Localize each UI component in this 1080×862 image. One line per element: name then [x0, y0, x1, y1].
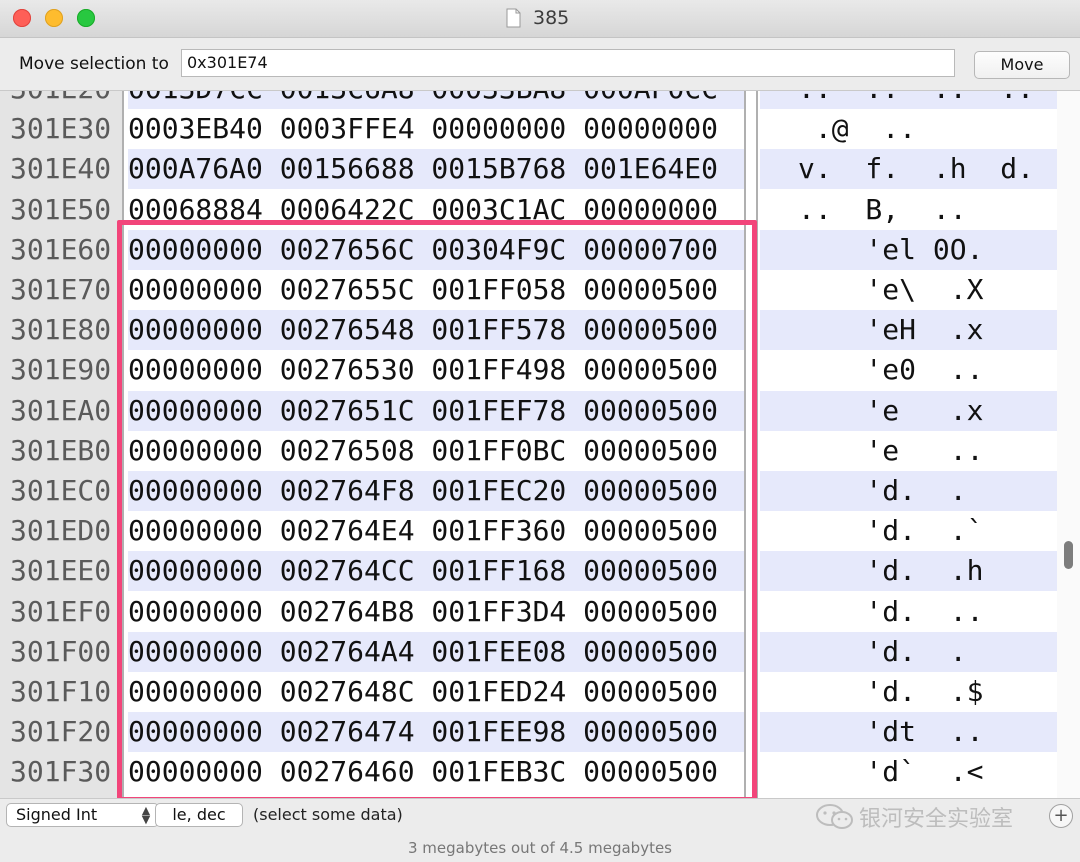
- row-address: 301EA0: [10, 390, 122, 431]
- row-address: 301EB0: [10, 430, 122, 471]
- row-ascii[interactable]: .. .: .. ..: [760, 91, 1057, 109]
- data-type-value: Signed Int: [16, 805, 98, 824]
- row-hex-words[interactable]: 00000000 002764CC 001FF168 00000500: [128, 551, 744, 592]
- row-hex-words[interactable]: 0003EB40 0003FFE4 00000000 00000000: [128, 109, 744, 150]
- row-hex-words[interactable]: 00000000 00276474 001FEE98 00000500: [128, 712, 744, 753]
- chevron-updown-icon: ▲ ▼: [141, 804, 151, 826]
- row-ascii[interactable]: 'eH .x: [760, 310, 1057, 351]
- row-address: 301F10: [10, 672, 122, 712]
- row-hex-words[interactable]: 000A76A0 00156688 0015B768 001E64E0: [128, 149, 744, 190]
- row-address: 301F30: [10, 752, 122, 793]
- hex-row[interactable]: 301E80 00000000 00276548 001FF578 0000050…: [0, 310, 1057, 351]
- hex-row[interactable]: 301F10 00000000 0027648C 001FED24 0000050…: [0, 672, 1057, 712]
- hex-row[interactable]: 301E70 00000000 0027655C 001FF058 0000050…: [0, 270, 1057, 310]
- hex-row[interactable]: 301EC0 00000000 002764F8 001FEC20 0000050…: [0, 471, 1057, 511]
- scrollbar-thumb[interactable]: [1064, 541, 1073, 569]
- row-address: 301ED0: [10, 511, 122, 552]
- hex-view[interactable]: 301E20 0013D7CC 0013C6A8 00033BA8 000AF0C…: [0, 91, 1080, 798]
- row-address: 301E60: [10, 229, 122, 270]
- row-hex-words[interactable]: 00000000 00276530 001FF498 00000500: [128, 350, 744, 391]
- minimize-window-button[interactable]: [45, 9, 63, 27]
- selection-status: (select some data): [253, 805, 403, 824]
- hex-row[interactable]: 301EB0 00000000 00276508 001FF0BC 0000050…: [0, 430, 1057, 471]
- row-address: 301EF0: [10, 591, 122, 632]
- row-hex-words[interactable]: 00000000 0027656C 00304F9C 00000700: [128, 229, 744, 270]
- hex-row[interactable]: 301ED0 00000000 002764E4 001FF360 0000050…: [0, 511, 1057, 552]
- hex-row[interactable]: 301F00 00000000 002764A4 001FEE08 0000050…: [0, 631, 1057, 672]
- title-bar: 385: [0, 0, 1080, 38]
- endian-format-button[interactable]: le, dec: [155, 803, 243, 827]
- row-ascii[interactable]: v. f. .h d.: [760, 149, 1057, 190]
- row-address: 301E30: [10, 109, 122, 150]
- row-address: 301F20: [10, 712, 122, 753]
- hex-row[interactable]: 301E90 00000000 00276530 001FF498 0000050…: [0, 350, 1057, 391]
- row-hex-words[interactable]: 00000000 002764B8 001FF3D4 00000500: [128, 591, 744, 632]
- hex-row[interactable]: 301E50 00068884 0006422C 0003C1AC 0000000…: [0, 189, 1057, 230]
- scroller-divider: [744, 91, 758, 798]
- document-icon: [506, 8, 521, 28]
- hex-row[interactable]: 301E40 000A76A0 00156688 0015B768 001E64E…: [0, 149, 1057, 190]
- hex-row[interactable]: 301F20 00000000 00276474 001FEE98 0000050…: [0, 712, 1057, 753]
- row-ascii[interactable]: 'd. .: [760, 631, 1057, 672]
- row-hex-words[interactable]: 00000000 0027648C 001FED24 00000500: [128, 672, 744, 712]
- row-ascii[interactable]: 'd. .h: [760, 551, 1057, 592]
- row-hex-words[interactable]: 00000000 00276548 001FF578 00000500: [128, 310, 744, 351]
- watermark-text: 银河安全实验室: [859, 807, 1014, 832]
- row-ascii[interactable]: 'dt ..: [760, 712, 1057, 753]
- close-window-button[interactable]: [13, 9, 31, 27]
- hex-row[interactable]: 301E60 00000000 0027656C 00304F9C 0000070…: [0, 229, 1057, 270]
- row-ascii[interactable]: 'e0 ..: [760, 350, 1057, 391]
- row-ascii[interactable]: 'el 0O.: [760, 229, 1057, 270]
- status-bar: Signed Int ▲ ▼ le, dec (select some data)…: [0, 798, 1080, 862]
- row-ascii[interactable]: 'e .x: [760, 390, 1057, 431]
- row-ascii[interactable]: 'e ..: [760, 430, 1057, 471]
- move-button[interactable]: Move: [974, 51, 1070, 79]
- row-ascii[interactable]: 'e\ .X: [760, 270, 1057, 310]
- row-hex-words[interactable]: 00000000 002764A4 001FEE08 00000500: [128, 631, 744, 672]
- hex-row[interactable]: 301EF0 00000000 002764B8 001FF3D4 0000050…: [0, 591, 1057, 632]
- row-address: 301E90: [10, 350, 122, 391]
- hex-row[interactable]: 301EA0 00000000 0027651C 001FEF78 0000050…: [0, 390, 1057, 431]
- window-title: 385: [533, 7, 570, 29]
- move-selection-label: Move selection to: [19, 54, 169, 74]
- scrollbar[interactable]: [1057, 91, 1080, 798]
- move-offset-input[interactable]: 0x301E74: [181, 49, 955, 77]
- add-icon[interactable]: +: [1049, 804, 1073, 828]
- row-ascii[interactable]: 'd. .: [760, 471, 1057, 511]
- row-address: 301E80: [10, 310, 122, 351]
- row-ascii[interactable]: 'd. .`: [760, 511, 1057, 552]
- hex-row[interactable]: 301F30 00000000 00276460 001FEB3C 0000050…: [0, 752, 1057, 793]
- row-ascii[interactable]: 'd. ..: [760, 591, 1057, 632]
- address-divider: [122, 91, 124, 798]
- row-address: 301E40: [10, 149, 122, 190]
- row-ascii[interactable]: 'd` .<: [760, 752, 1057, 793]
- row-hex-words[interactable]: 00000000 00276460 001FEB3C 00000500: [128, 752, 744, 793]
- row-hex-words[interactable]: 00000000 002764F8 001FEC20 00000500: [128, 471, 744, 511]
- row-hex-words[interactable]: 00000000 0027651C 001FEF78 00000500: [128, 390, 744, 431]
- toolbar: Move selection to 0x301E74 Move: [0, 38, 1080, 91]
- row-hex-words[interactable]: 00000000 0027655C 001FF058 00000500: [128, 270, 744, 310]
- hex-row[interactable]: 301E30 0003EB40 0003FFE4 00000000 0000000…: [0, 109, 1057, 150]
- row-hex-words[interactable]: 0013D7CC 0013C6A8 00033BA8 000AF0CC: [128, 91, 744, 109]
- row-ascii[interactable]: 'd. .$: [760, 672, 1057, 712]
- row-hex-words[interactable]: 00000000 002764E4 001FF360 00000500: [128, 511, 744, 552]
- row-address: 301EE0: [10, 551, 122, 592]
- file-size-status: 3 megabytes out of 4.5 megabytes: [407, 839, 673, 857]
- row-address: 301E50: [10, 189, 122, 230]
- row-address: 301EC0: [10, 471, 122, 511]
- hex-row[interactable]: 301EE0 00000000 002764CC 001FF168 0000050…: [0, 551, 1057, 592]
- row-hex-words[interactable]: 00068884 0006422C 0003C1AC 00000000: [128, 189, 744, 230]
- zoom-window-button[interactable]: [77, 9, 95, 27]
- row-ascii[interactable]: .. B, ..: [760, 189, 1057, 230]
- row-address: 301F00: [10, 631, 122, 672]
- row-hex-words[interactable]: 00000000 00276508 001FF0BC 00000500: [128, 430, 744, 471]
- row-address: 301E70: [10, 270, 122, 310]
- row-address: 301E20: [10, 91, 122, 109]
- hex-row[interactable]: 301E20 0013D7CC 0013C6A8 00033BA8 000AF0C…: [0, 91, 1057, 109]
- wechat-icon: [816, 804, 853, 829]
- row-ascii[interactable]: .@ ..: [760, 109, 1057, 150]
- data-type-select[interactable]: Signed Int ▲ ▼: [6, 803, 159, 827]
